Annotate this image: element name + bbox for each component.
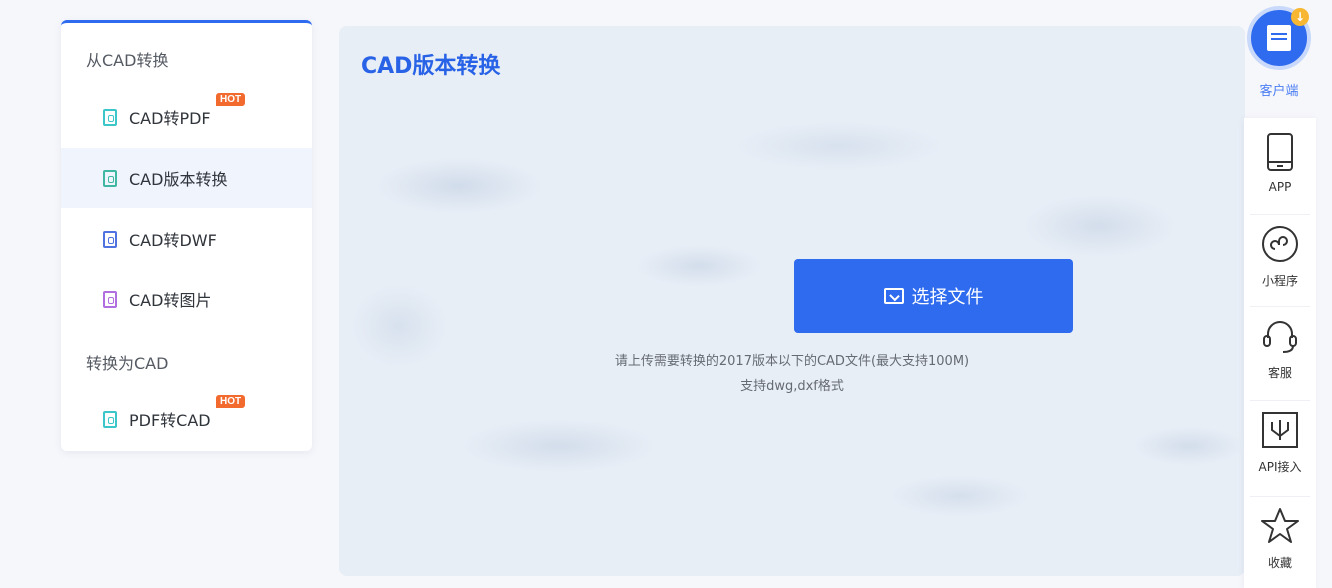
desktop-client-icon: ↓ (1247, 6, 1311, 70)
hot-badge: HOT (216, 93, 246, 106)
sidebar-item-cad-to-pdf[interactable]: CAD转PDF HOT (61, 87, 312, 147)
sidebar-item-label: CAD转PDF (129, 109, 211, 128)
sidebar-item-cad-to-image[interactable]: CAD转图片 (61, 269, 312, 329)
conversion-sidebar: 从CAD转换 CAD转PDF HOT CAD版本转换 CAD转DWF CAD转图… (61, 20, 312, 451)
group-title-from-cad: 从CAD转换 (86, 51, 169, 70)
mini-program-icon (1260, 224, 1300, 264)
sidebar-item-cad-version[interactable]: CAD版本转换 (61, 148, 312, 208)
upload-folder-icon (883, 288, 904, 304)
sidebar-item-cad-to-dwf[interactable]: CAD转DWF (61, 209, 312, 269)
group-title-to-cad: 转换为CAD (86, 354, 169, 373)
rail-item-customer-service[interactable]: 客服 (1244, 316, 1316, 408)
sidebar-item-label: CAD转DWF (129, 231, 217, 250)
page-title: CAD版本转换 (361, 54, 501, 79)
rail-item-label: 收藏 (1267, 556, 1292, 570)
choose-file-label: 选择文件 (911, 287, 984, 308)
rail-item-mini-program[interactable]: 小程序 (1244, 224, 1316, 316)
client-download-button[interactable]: ↓ 客户端 (1244, 6, 1314, 104)
document-icon (103, 169, 117, 187)
right-toolbar: APP 小程序 客服 API接入 收藏 (1244, 118, 1316, 588)
api-icon (1260, 410, 1300, 450)
upload-hint: 请上传需要转换的2017版本以下的CAD文件(最大支持100M) (614, 354, 970, 369)
sidebar-item-label: CAD转图片 (129, 291, 212, 310)
rail-item-label: 客服 (1267, 366, 1292, 380)
rail-item-favorite[interactable]: 收藏 (1244, 506, 1316, 588)
sidebar-item-label: CAD版本转换 (129, 170, 228, 189)
rail-item-api[interactable]: API接入 (1244, 410, 1316, 502)
document-icon (103, 230, 117, 248)
star-icon (1260, 506, 1300, 546)
rail-item-label: APP (1268, 180, 1292, 194)
sidebar-item-pdf-to-cad[interactable]: PDF转CAD HOT (61, 389, 312, 449)
hot-badge: HOT (216, 395, 246, 408)
rail-item-label: API接入 (1258, 460, 1302, 474)
document-icon (103, 410, 117, 428)
phone-icon (1260, 132, 1300, 172)
choose-file-button[interactable]: 选择文件 (794, 259, 1073, 333)
document-icon (103, 108, 117, 126)
client-label: 客户端 (1259, 84, 1299, 99)
download-badge-icon: ↓ (1291, 8, 1309, 26)
format-hint: 支持dwg,dxf格式 (740, 379, 844, 394)
image-document-icon (103, 290, 117, 308)
headset-icon (1260, 316, 1300, 356)
upload-panel: CAD版本转换 选择文件 请上传需要转换的2017版本以下的CAD文件(最大支持… (339, 26, 1245, 576)
rail-item-label: 小程序 (1261, 274, 1298, 288)
sidebar-item-label: PDF转CAD (129, 411, 211, 430)
rail-item-app[interactable]: APP (1244, 132, 1316, 224)
